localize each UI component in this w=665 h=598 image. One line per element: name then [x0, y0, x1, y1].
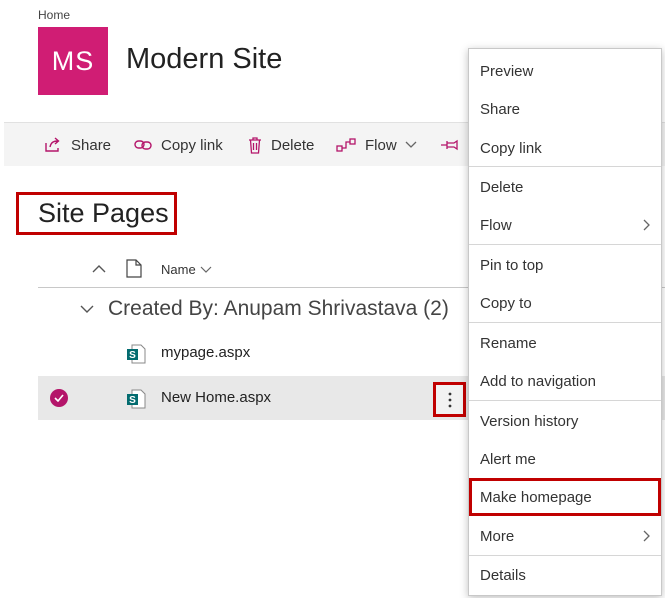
menu-item-preview[interactable]: Preview — [469, 52, 661, 90]
chevron-down-icon — [200, 266, 212, 273]
menu-item-label: Version history — [480, 412, 579, 430]
pin-icon — [441, 139, 458, 151]
share-icon — [45, 137, 60, 152]
chevron-up-icon[interactable] — [92, 264, 106, 273]
menu-item-label: Copy link — [480, 139, 542, 157]
menu-item-label: Copy to — [480, 294, 532, 312]
name-column-header[interactable]: Name — [161, 262, 212, 277]
chevron-down-icon — [405, 141, 417, 148]
flow-label: Flow — [365, 136, 397, 154]
share-label: Share — [71, 136, 112, 154]
site-logo[interactable]: MS — [38, 27, 108, 95]
menu-separator — [469, 322, 661, 323]
menu-item-label: Details — [480, 566, 526, 584]
chevron-down-icon[interactable] — [80, 305, 94, 314]
menu-item-copy-to[interactable]: Copy to — [469, 284, 661, 322]
breadcrumb[interactable]: Home — [38, 8, 70, 22]
more-actions-button[interactable] — [433, 382, 466, 417]
menu-item-label: More — [480, 527, 515, 545]
menu-item-copy-link[interactable]: Copy link — [469, 129, 661, 167]
menu-item-version-history[interactable]: Version history — [469, 402, 661, 440]
menu-item-flow[interactable]: Flow — [469, 206, 661, 244]
menu-item-label: Flow — [480, 216, 512, 234]
chevron-right-icon — [643, 530, 650, 542]
name-column-label: Name — [161, 262, 196, 277]
menu-separator — [469, 400, 661, 401]
more-vertical-icon — [448, 392, 451, 407]
delete-button[interactable]: Delete — [248, 123, 314, 167]
site-title[interactable]: Modern Site — [126, 43, 282, 76]
page-title: Site Pages — [16, 192, 177, 235]
sharepoint-page-icon: S — [127, 344, 146, 364]
flow-icon — [336, 138, 356, 152]
context-menu: Preview Share Copy link Delete Flow Pin … — [468, 48, 662, 596]
file-type-icon[interactable] — [126, 259, 142, 278]
sharepoint-page-icon: S — [127, 389, 146, 409]
menu-item-label: Rename — [480, 334, 537, 352]
menu-item-more[interactable]: More — [469, 517, 661, 555]
delete-label: Delete — [271, 136, 315, 154]
file-name[interactable]: New Home.aspx — [161, 389, 271, 406]
menu-item-label: Preview — [480, 62, 534, 80]
share-button[interactable]: Share — [44, 123, 111, 167]
menu-item-make-homepage[interactable]: Make homepage — [469, 478, 661, 516]
pin-button[interactable] — [440, 123, 469, 167]
menu-item-add-to-navigation[interactable]: Add to navigation — [469, 362, 661, 400]
menu-item-details[interactable]: Details — [469, 556, 661, 594]
svg-text:S: S — [129, 350, 136, 361]
menu-item-delete[interactable]: Delete — [469, 168, 661, 206]
menu-item-alert-me[interactable]: Alert me — [469, 440, 661, 478]
copy-link-button[interactable]: Copy link — [134, 123, 223, 167]
menu-item-label: Add to navigation — [480, 372, 596, 390]
flow-button[interactable]: Flow — [336, 123, 417, 167]
menu-item-label: Pin to top — [480, 256, 544, 274]
link-icon — [134, 140, 152, 150]
copy-link-label: Copy link — [161, 136, 223, 154]
chevron-right-icon — [643, 219, 650, 231]
menu-separator — [469, 166, 661, 167]
menu-item-rename[interactable]: Rename — [469, 324, 661, 362]
svg-text:S: S — [129, 395, 136, 406]
menu-item-label: Share — [480, 100, 521, 118]
menu-item-pin-to-top[interactable]: Pin to top — [469, 246, 661, 284]
trash-icon — [249, 136, 261, 154]
group-header[interactable]: Created By: Anupam Shrivastava (2) — [80, 297, 449, 321]
menu-item-label: Make homepage — [480, 488, 592, 506]
checkmark-icon[interactable] — [50, 389, 68, 407]
file-name[interactable]: mypage.aspx — [161, 344, 250, 361]
menu-item-share[interactable]: Share — [469, 90, 661, 128]
menu-item-label: Alert me — [480, 450, 536, 468]
menu-item-label: Delete — [480, 178, 524, 196]
menu-separator — [469, 244, 661, 245]
group-label: Created By: Anupam Shrivastava (2) — [108, 297, 449, 320]
